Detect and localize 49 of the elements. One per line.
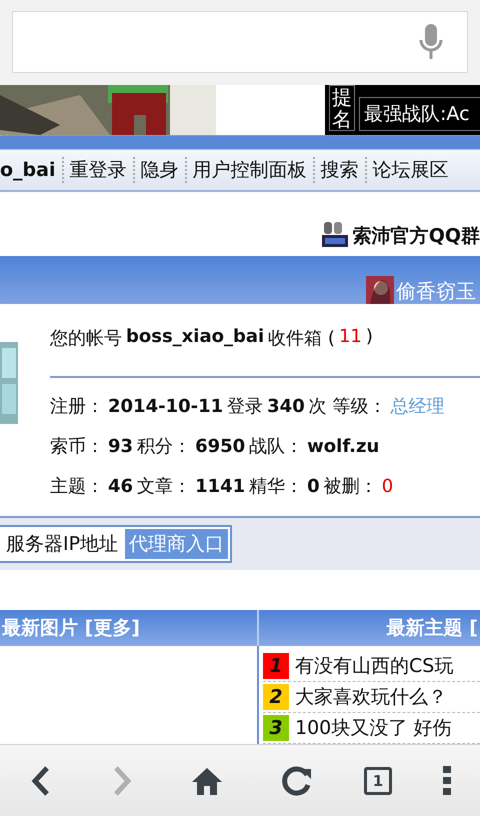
info-label: 收件箱 ( (268, 327, 335, 350)
rank-badge: 2 (263, 684, 289, 710)
info-label: 登录 (227, 395, 264, 418)
info-value: 93 (108, 436, 134, 457)
count-value: 11 (338, 326, 362, 348)
info-value: 2014-10-11 (108, 396, 224, 417)
nomination-label: 提名 (329, 84, 355, 131)
info-label: 注册： (50, 395, 104, 418)
nav-link[interactable]: 隐身 (132, 156, 184, 183)
info-value: 1141 (195, 476, 246, 497)
nav-link[interactable]: 重登录 (62, 156, 132, 183)
team-label: 最强战队:Ac (359, 96, 480, 131)
home-icon (191, 766, 224, 796)
rank-badge: 3 (263, 715, 289, 742)
tabs-button[interactable]: 1 (364, 766, 392, 795)
nav-link[interactable]: 论坛展区 (364, 156, 454, 183)
info-label: 精华： (249, 475, 304, 498)
info-value: 0 (307, 476, 320, 497)
info-label: 被删： (324, 475, 378, 498)
group-icon (320, 221, 349, 250)
info-label: 积分： (137, 435, 192, 458)
info-value: wolf.zu (307, 436, 380, 457)
info-label: 您的帐号 (50, 327, 122, 350)
topic-link[interactable]: 大家喜欢玩什么？ (295, 684, 447, 710)
menu-icon (443, 766, 452, 796)
reload-icon (280, 764, 313, 797)
info-label: 文章： (137, 475, 192, 498)
nav-link[interactable]: 用户控制面板 (184, 156, 312, 183)
panel-header: 最新主题 [ (257, 610, 480, 646)
qq-group-link[interactable]: 索沛官方QQ群 (352, 223, 480, 250)
panel-header: 最新图片 [更多] (0, 610, 257, 646)
search-field[interactable] (12, 11, 468, 74)
rank-badge: 1 (263, 653, 289, 680)
nav-link[interactable]: o_bai (0, 156, 62, 183)
info-label: 主题： (50, 475, 104, 498)
info-value: 46 (108, 476, 134, 497)
nav-link[interactable]: 搜索 (312, 156, 364, 183)
info-label: ) (366, 326, 373, 348)
info-value: boss_xiao_bai (126, 326, 264, 348)
count-value: 0 (382, 476, 394, 497)
info-value: 340 (267, 396, 305, 417)
info-value: 6950 (195, 436, 246, 457)
microphone-icon[interactable] (419, 24, 443, 60)
avatar-icon (366, 276, 394, 304)
topic-link[interactable]: 100块又没了 好伤 (295, 715, 452, 742)
info-label: 战队： (249, 435, 304, 458)
topic-link[interactable]: 有没有山西的CS玩 (295, 653, 454, 680)
info-label: 次 等级： (308, 395, 386, 418)
info-label: 索币： (50, 435, 104, 458)
